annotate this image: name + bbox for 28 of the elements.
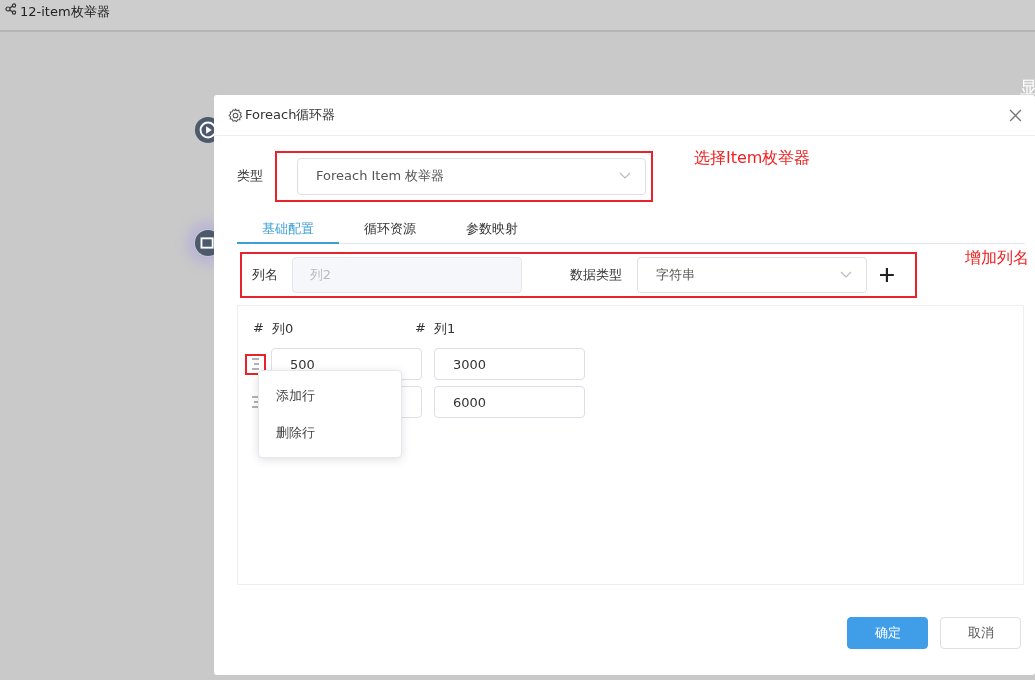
menu-item[interactable]: 删除行 <box>259 414 401 451</box>
annotation-text: 选择Item枚举器 <box>694 148 811 169</box>
close-icon[interactable] <box>1009 108 1022 122</box>
drag-handle-icon[interactable] <box>251 358 260 370</box>
chevron-down-icon <box>619 172 631 180</box>
flow-icon <box>5 3 17 15</box>
type-select[interactable]: Foreach Item 枚举器 <box>297 157 646 195</box>
annotation-text: 增加列名 <box>965 248 1029 269</box>
cell-field[interactable]: 3000 <box>434 348 585 380</box>
data-type-select[interactable]: 字符串 <box>637 257 868 293</box>
add-icon[interactable] <box>879 267 895 283</box>
drag-handle-icon[interactable] <box>251 396 260 408</box>
tab[interactable]: 参数映射 <box>441 220 543 244</box>
dialog-title: Foreach循环器 <box>245 106 336 124</box>
field-label: 数据类型 <box>569 266 623 284</box>
cell-field[interactable]: 6000 <box>434 386 585 418</box>
chevron-down-icon <box>840 271 853 279</box>
column-header: 列1 <box>433 320 456 338</box>
tab[interactable]: 循环资源 <box>339 220 441 244</box>
field-label: 类型 <box>237 167 264 185</box>
settings-icon <box>228 107 243 123</box>
column-type-mark: # <box>253 320 264 337</box>
menu-item[interactable]: 添加行 <box>259 377 401 414</box>
app-title: 12-item枚举器 <box>20 3 110 21</box>
column-type-mark: # <box>415 320 426 337</box>
column-header: 列0 <box>271 320 294 338</box>
field-label: 列名 <box>252 266 279 284</box>
cancel-button[interactable]: 取消 <box>940 617 1021 649</box>
